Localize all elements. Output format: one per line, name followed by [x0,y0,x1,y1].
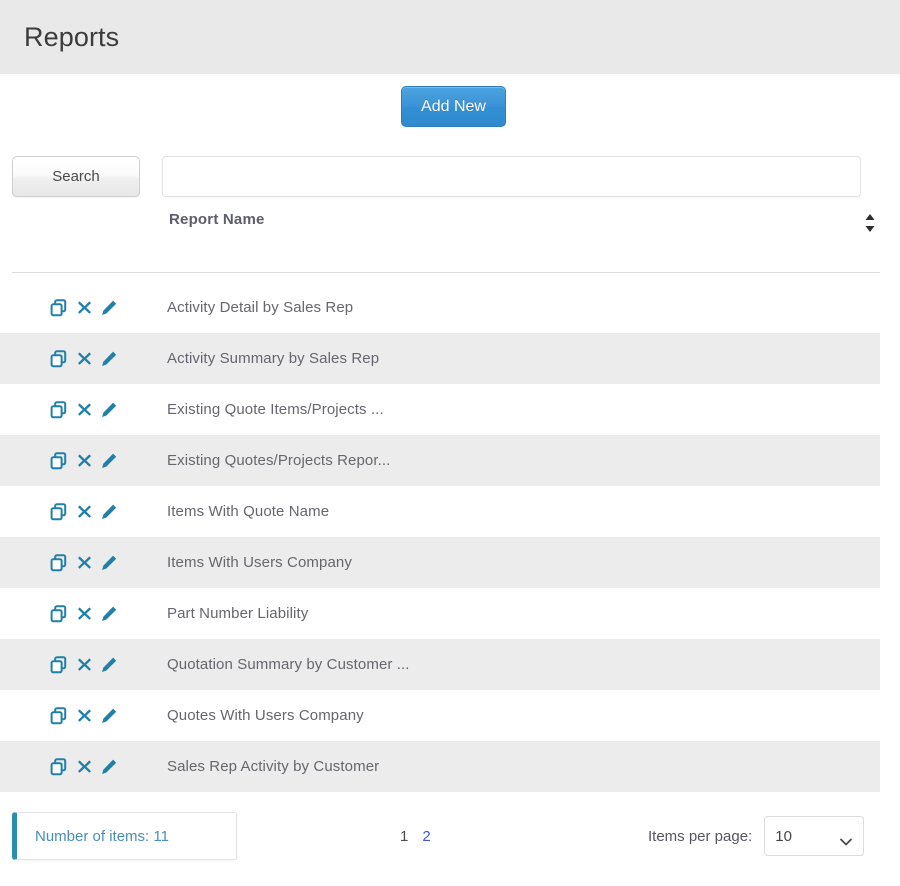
report-name-cell: Part Number Liability [167,605,309,622]
row-actions [50,282,118,333]
page-title: Reports [24,22,120,52]
table-row[interactable]: Activity Summary by Sales Rep [0,333,880,384]
copy-icon[interactable] [50,400,68,420]
copy-icon[interactable] [50,298,68,318]
edit-pencil-icon[interactable] [100,655,118,675]
copy-icon[interactable] [50,349,68,369]
report-name-cell: Sales Rep Activity by Customer [167,758,380,775]
delete-icon[interactable] [75,757,93,777]
reports-page: Reports Add New Search Report Name Activ… [0,0,900,886]
search-button[interactable]: Search [12,156,140,197]
items-per-page-label: Items per page: [648,827,753,845]
row-actions [50,537,118,588]
items-per-page-select-wrap: 10 [764,816,865,856]
column-header-report-name[interactable]: Report Name [169,211,265,228]
table-row[interactable]: Activity Detail by Sales Rep [0,282,880,333]
table-row[interactable]: Items With Users Company [0,537,880,588]
row-actions [50,486,118,537]
sort-updown-icon[interactable] [862,211,878,235]
reports-table: Activity Detail by Sales Rep Activity Sum… [0,282,900,792]
delete-icon[interactable] [75,451,93,471]
table-footer: Number of items: 11 12 Items per page: 1… [0,800,900,886]
row-actions [50,690,118,741]
page-header: Reports [0,0,900,74]
delete-icon[interactable] [75,298,93,318]
report-name-cell: Existing Quotes/Projects Repor... [167,452,391,469]
delete-icon[interactable] [75,706,93,726]
row-actions [50,741,118,792]
table-header: Report Name [0,203,900,273]
delete-icon[interactable] [75,604,93,624]
delete-icon[interactable] [75,655,93,675]
edit-pencil-icon[interactable] [100,298,118,318]
delete-icon[interactable] [75,553,93,573]
row-actions [50,333,118,384]
items-per-page-select[interactable]: 10 [764,816,865,856]
report-name-cell: Activity Summary by Sales Rep [167,350,380,367]
report-name-cell: Quotation Summary by Customer ... [167,656,410,673]
edit-pencil-icon[interactable] [100,502,118,522]
report-name-cell: Items With Users Company [167,554,352,571]
delete-icon[interactable] [75,349,93,369]
copy-icon[interactable] [50,655,68,675]
copy-icon[interactable] [50,502,68,522]
row-actions [50,588,118,639]
copy-icon[interactable] [50,604,68,624]
copy-icon[interactable] [50,757,68,777]
edit-pencil-icon[interactable] [100,400,118,420]
table-row[interactable]: Part Number Liability [0,588,880,639]
table-row[interactable]: Existing Quotes/Projects Repor... [0,435,880,486]
table-row[interactable]: Items With Quote Name [0,486,880,537]
edit-pencil-icon[interactable] [100,757,118,777]
row-actions [50,384,118,435]
table-row[interactable]: Sales Rep Activity by Customer [0,741,880,792]
add-new-button[interactable]: Add New [401,86,506,127]
page-link-1[interactable]: 1 [400,828,408,845]
toolbar: Add New [0,74,900,140]
report-name-cell: Items With Quote Name [167,503,330,520]
items-per-page: Items per page: 10 [648,812,865,860]
edit-pencil-icon[interactable] [100,349,118,369]
table-row[interactable]: Quotes With Users Company [0,690,880,741]
copy-icon[interactable] [50,706,68,726]
report-name-cell: Quotes With Users Company [167,707,364,724]
edit-pencil-icon[interactable] [100,604,118,624]
copy-icon[interactable] [50,451,68,471]
row-actions [50,435,118,486]
edit-pencil-icon[interactable] [100,553,118,573]
search-input[interactable] [162,156,861,197]
delete-icon[interactable] [75,502,93,522]
pagination: 12 [400,812,431,860]
page-link-2[interactable]: 2 [422,828,430,845]
report-name-cell: Existing Quote Items/Projects ... [167,401,384,418]
header-divider [12,272,880,273]
row-actions [50,639,118,690]
edit-pencil-icon[interactable] [100,451,118,471]
delete-icon[interactable] [75,400,93,420]
report-name-cell: Activity Detail by Sales Rep [167,299,354,316]
copy-icon[interactable] [50,553,68,573]
table-row[interactable]: Existing Quote Items/Projects ... [0,384,880,435]
edit-pencil-icon[interactable] [100,706,118,726]
table-row[interactable]: Quotation Summary by Customer ... [0,639,880,690]
items-count-badge: Number of items: 11 [12,812,237,860]
search-bar: Search [0,140,900,197]
